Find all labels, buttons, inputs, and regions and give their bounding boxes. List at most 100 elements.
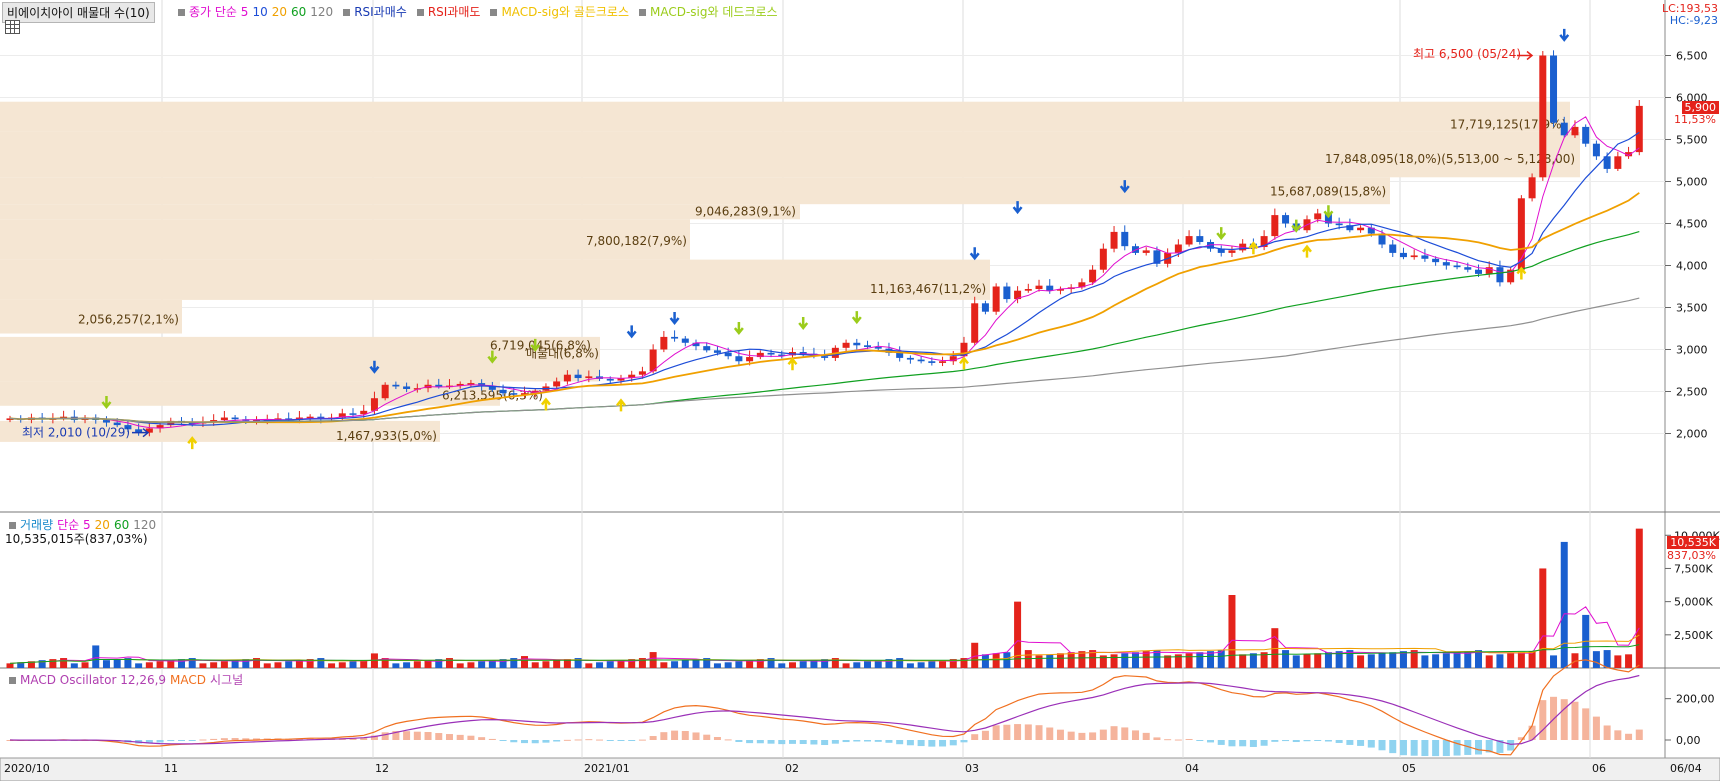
- legend-item[interactable]: 시그널: [210, 673, 243, 687]
- volume-bar: [1625, 654, 1632, 668]
- price-tick-label: 4,000: [1676, 260, 1708, 273]
- legend-item[interactable]: 120: [310, 5, 333, 19]
- date-axis-bar: [0, 758, 1720, 781]
- candle-body: [939, 361, 946, 363]
- candle-body: [660, 337, 667, 350]
- candle-body: [982, 303, 989, 311]
- date-axis-label: 06/04: [1670, 762, 1702, 775]
- oscillator-bar: [875, 740, 882, 742]
- volume-tick-label: 7,500K: [1674, 562, 1713, 575]
- oscillator-bar: [1561, 699, 1568, 740]
- volume-bar: [1443, 653, 1450, 668]
- oscillator-bar: [446, 734, 453, 740]
- legend-marker: [9, 522, 16, 529]
- volume-bar: [1239, 654, 1246, 668]
- oscillator-bar: [853, 740, 860, 741]
- candle-body: [1582, 127, 1589, 144]
- candle-body: [1550, 56, 1557, 123]
- oscillator-bar: [510, 740, 517, 742]
- oscillator-bar: [1046, 728, 1053, 740]
- oscillator-bar: [425, 732, 432, 740]
- volume-bar: [907, 663, 914, 668]
- oscillator-bar: [1057, 730, 1064, 740]
- oscillator-bar: [575, 739, 582, 740]
- volume-bar: [328, 663, 335, 668]
- oscillator-bar: [746, 740, 753, 743]
- oscillator-bar: [628, 740, 635, 741]
- date-axis-label: 06: [1592, 762, 1606, 775]
- legend-item[interactable]: MACD-sig와 데드크로스: [650, 5, 778, 19]
- legend-marker: [639, 9, 646, 16]
- volume-bar: [414, 661, 421, 668]
- volume-bar: [918, 662, 925, 668]
- candle-body: [703, 346, 710, 350]
- legend-item[interactable]: MACD: [170, 673, 206, 687]
- candle-body: [403, 386, 410, 389]
- volume-bar: [1379, 653, 1386, 668]
- profile-label: 1,467,933(5,0%): [336, 429, 437, 443]
- date-axis-label: 2020/10: [4, 762, 50, 775]
- legend-item[interactable]: 10: [252, 5, 267, 19]
- oscillator-bar: [1614, 730, 1621, 740]
- oscillator-bar: [693, 732, 700, 740]
- volume-bar: [60, 658, 67, 668]
- candle-body: [1421, 255, 1428, 258]
- legend-item[interactable]: 60: [291, 5, 306, 19]
- candle-body: [1432, 259, 1439, 262]
- candle-body: [1111, 232, 1118, 249]
- oscillator-bar: [1411, 740, 1418, 756]
- legend-item[interactable]: 20: [272, 5, 287, 19]
- oscillator-bar: [1239, 740, 1246, 746]
- candle-body: [971, 303, 978, 342]
- volume-bar: [1421, 655, 1428, 668]
- volume-bar: [103, 660, 110, 668]
- candle-body: [1529, 177, 1536, 198]
- volume-bar: [1389, 652, 1396, 668]
- oscillator-bar: [864, 740, 871, 741]
- stock-chart-canvas[interactable]: 6,5006,0005,5005,0004,5004,0003,5003,000…: [0, 0, 1720, 781]
- legend-marker: [178, 9, 185, 16]
- grid-table-icon[interactable]: [5, 20, 20, 34]
- chart-title[interactable]: 비에이치아이 매물대 수(10): [2, 2, 155, 23]
- legend-item[interactable]: 종가 단순 5: [189, 5, 248, 19]
- candle-body: [103, 420, 110, 423]
- volume-bar: [478, 661, 485, 668]
- volume-bar: [1496, 654, 1503, 668]
- candle-body: [639, 371, 646, 374]
- oscillator-bar: [1604, 725, 1611, 740]
- candle-body: [564, 375, 571, 382]
- volume-bar: [1454, 652, 1461, 668]
- candle-body: [500, 390, 507, 393]
- candle-body: [1025, 289, 1032, 291]
- legend-marker: [490, 9, 497, 16]
- volume-bar: [339, 662, 346, 668]
- legend-item[interactable]: RSI과매수: [354, 5, 407, 19]
- candle-body: [1282, 215, 1289, 223]
- oscillator-bar: [1207, 740, 1214, 742]
- oscillator-bar: [500, 740, 507, 741]
- candle-body: [1389, 245, 1396, 253]
- volume-bar: [1325, 652, 1332, 668]
- volume-bar: [1539, 568, 1546, 668]
- oscillator-bar: [382, 732, 389, 740]
- legend-item[interactable]: RSI과매도: [428, 5, 481, 19]
- legend-marker: [343, 9, 350, 16]
- oscillator-bar: [1228, 740, 1235, 746]
- oscillator-bar: [1261, 740, 1268, 746]
- oscillator-bar: [1036, 725, 1043, 740]
- oscillator-bar: [1003, 725, 1010, 740]
- candle-body: [1475, 270, 1482, 274]
- legend-item[interactable]: MACD-sig와 골든크로스: [501, 5, 629, 19]
- volume-bar: [735, 661, 742, 668]
- oscillator-bar: [821, 740, 828, 745]
- candle-body: [1100, 249, 1107, 270]
- legend-item[interactable]: MACD Oscillator 12,26,9: [20, 673, 166, 687]
- candle-body: [853, 343, 860, 346]
- legend-marker: [9, 677, 16, 684]
- candle-body: [746, 357, 753, 361]
- oscillator-bar: [885, 740, 892, 743]
- volume-bar: [1518, 652, 1525, 668]
- volume-bar: [1614, 655, 1621, 668]
- oscillator-bar: [768, 740, 775, 744]
- oscillator-bar: [478, 737, 485, 740]
